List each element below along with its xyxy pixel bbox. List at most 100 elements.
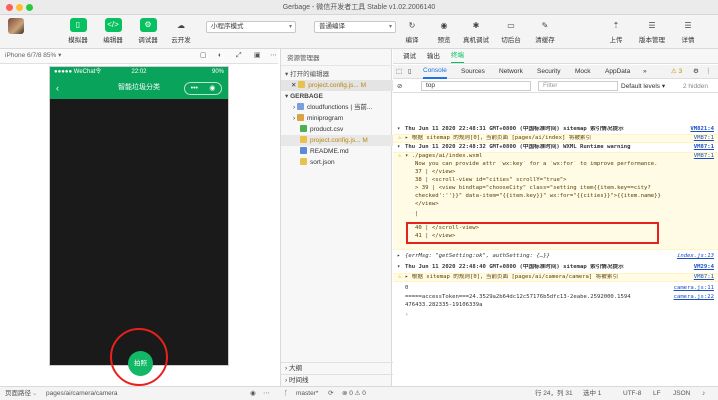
cursor-position[interactable]: 行 24，列 31 xyxy=(535,387,573,400)
debug-icon: ⚙ xyxy=(139,18,157,32)
bell-icon[interactable]: ♪ xyxy=(702,387,705,400)
devtools-tabs: ⬚ ▯ Console Sources Network Security Moc… xyxy=(393,65,718,79)
clear-cache-button[interactable]: ✎ 清缓存 xyxy=(529,18,561,44)
nav-bar: ‹ 智能垃圾分类 ••• ◉ xyxy=(50,77,228,99)
details-icon: ☰ xyxy=(684,21,692,30)
levels-select[interactable]: Default levels ▾ xyxy=(621,80,665,93)
file-item[interactable]: › miniprogram xyxy=(281,113,393,124)
details-button[interactable]: ☰ 详情 xyxy=(672,18,704,44)
file-item[interactable]: sort.json xyxy=(281,157,393,168)
settings-icon[interactable]: ⚙ xyxy=(693,65,699,79)
sync-icon[interactable]: ⟳ xyxy=(328,387,333,400)
tab-debug[interactable]: 调试 xyxy=(403,49,416,64)
file-item[interactable]: README.md xyxy=(281,146,393,157)
phone-screen: ●●●●● WeChat令 22:02 90% ‹ 智能垃圾分类 ••• ◉ 拍… xyxy=(49,66,229,376)
upload-button[interactable]: ⇡ 上传 xyxy=(600,18,632,44)
file-item[interactable]: › cloudfunctions | 当前... xyxy=(281,102,393,113)
page-path[interactable]: pages/ai/camera/camera xyxy=(46,387,118,400)
tab-appdata[interactable]: AppData xyxy=(605,65,630,79)
simulator-toggle-button[interactable]: ▯ 模拟器 xyxy=(62,18,94,44)
console-filter-input[interactable]: Filter xyxy=(538,81,618,91)
language-mode[interactable]: JSON xyxy=(673,387,690,400)
close-window-button[interactable] xyxy=(6,4,13,11)
highlight-box xyxy=(406,222,659,244)
warning-count[interactable]: ⚠ 3 xyxy=(671,65,682,79)
version-button[interactable]: ☰ 版本管理 xyxy=(636,18,668,44)
eol[interactable]: LF xyxy=(653,387,661,400)
log-entry: | xyxy=(415,211,419,217)
back-icon[interactable]: ‹ xyxy=(56,77,59,99)
more-tabs-button[interactable]: » xyxy=(643,65,647,79)
tab-terminal[interactable]: 终端 xyxy=(451,49,464,63)
more-dots-icon[interactable]: ••• xyxy=(191,83,198,94)
log-entry: ⚠ ▸ 根据 sitemap 的规则[0]，当前页面 [pages/ai/inde… xyxy=(393,134,718,143)
eye-icon[interactable]: ◉ xyxy=(250,387,256,400)
open-editors-section[interactable]: ▾ 打开的编辑器 xyxy=(281,69,393,80)
cloud-dev-button[interactable]: ☁ 云开发 xyxy=(165,18,197,44)
log-entry: </view> xyxy=(415,201,439,207)
file-item[interactable]: product.csv xyxy=(281,124,393,135)
preview-button[interactable]: ◉ 预览 xyxy=(428,18,460,44)
info-file-icon xyxy=(300,147,307,154)
sound-icon[interactable]: ◐ xyxy=(218,49,222,63)
log-entry: ⚠ ▸ 根据 sitemap 的规则[0]，当前页面 [pages/ai/came… xyxy=(393,273,718,282)
outline-section[interactable]: › 大纲 xyxy=(281,362,393,373)
remote-debug-button[interactable]: ✱ 真机调试 xyxy=(460,18,492,44)
status-bar-bottom: 页面路径 ⌄ pages/ai/camera/camera ◉ ⋯ ᚴ mast… xyxy=(0,386,718,400)
context-select[interactable]: top xyxy=(421,81,531,91)
tab-output[interactable]: 输出 xyxy=(427,49,440,64)
compile-button[interactable]: ↻ 编译 xyxy=(396,18,428,44)
mode-select[interactable]: 小程序模式 xyxy=(206,21,296,33)
tab-console[interactable]: Console xyxy=(423,65,447,79)
tab-sources[interactable]: Sources xyxy=(461,65,485,79)
file-explorer: 资源管理器 ▾ 打开的编辑器 ✕ project.config.js... M … xyxy=(280,49,393,386)
phone-icon: ▯ xyxy=(69,18,87,32)
json-file-icon xyxy=(300,158,307,165)
device-select[interactable]: iPhone 6/7/8 85% ▾ xyxy=(5,52,61,59)
tab-network[interactable]: Network xyxy=(499,65,523,79)
device-icon[interactable]: ▯ xyxy=(408,65,412,79)
menu-icon[interactable]: ⋮ xyxy=(705,65,712,79)
close-capsule-icon[interactable]: ◉ xyxy=(209,83,215,94)
bug-icon: ✱ xyxy=(472,21,480,30)
timeline-section[interactable]: › 时间线 xyxy=(281,374,393,385)
project-section[interactable]: ▾ GERBAGE xyxy=(281,91,393,102)
window-title: Gerbage - 微信开发者工具 Stable v1.02.2006140 xyxy=(282,4,436,11)
log-entry: > 39 | <view bindtap="chooseCity" class=… xyxy=(415,185,651,191)
user-avatar[interactable] xyxy=(8,18,24,34)
git-branch[interactable]: master* xyxy=(296,387,318,400)
rotate-icon[interactable]: ⤢ xyxy=(236,49,242,63)
inspect-icon[interactable]: ⬚ xyxy=(396,65,402,79)
close-icon[interactable]: ✕ xyxy=(291,82,298,89)
minimize-window-button[interactable] xyxy=(16,4,23,11)
devtools-top-tabs: 调试 输出 终端 xyxy=(393,49,718,64)
tab-security[interactable]: Security xyxy=(537,65,560,79)
folder-icon xyxy=(296,114,304,121)
debugger-toggle-button[interactable]: ⚙ 调试器 xyxy=(132,18,164,44)
open-editor-item[interactable]: ✕ project.config.js... M xyxy=(281,80,393,91)
tab-mock[interactable]: Mock xyxy=(575,65,591,79)
bookmark-icon[interactable]: ▢ xyxy=(200,49,207,63)
clear-console-icon[interactable]: ⊘ xyxy=(397,80,402,93)
editor-toggle-button[interactable]: </> 编辑器 xyxy=(97,18,129,44)
page-path-label: 页面路径 xyxy=(5,390,31,397)
cloud-icon: ☁ xyxy=(177,21,185,30)
selection-count: 选中 1 xyxy=(583,390,602,397)
file-item[interactable]: project.config.js... M xyxy=(281,135,393,146)
error-icon[interactable]: ⊗ 0 ⚠ 0 xyxy=(342,387,366,400)
background-button[interactable]: ▭ 切后台 xyxy=(495,18,527,44)
log-entry: checked':''}}" data-item="{{item.key}}" … xyxy=(415,193,661,199)
log-entry: ▸ {errMsg: "getSetting:ok", authSetting: … xyxy=(397,253,714,259)
screen-icon[interactable]: ▣ xyxy=(254,49,261,63)
upload-icon: ⇡ xyxy=(612,21,620,30)
explorer-header: 资源管理器 xyxy=(281,51,393,66)
compile-select[interactable]: 普通编译 xyxy=(314,21,396,33)
encoding[interactable]: UTF-8 xyxy=(623,387,641,400)
zoom-window-button[interactable] xyxy=(26,4,33,11)
devtools-panel: 调试 输出 终端 ⬚ ▯ Console Sources Network Sec… xyxy=(393,49,718,386)
json-file-icon xyxy=(300,136,307,143)
more-icon[interactable]: ⋯ xyxy=(270,49,277,63)
more-icon[interactable]: ⋯ xyxy=(263,387,270,400)
console-prompt[interactable]: › xyxy=(393,312,718,320)
log-entry: 476433.282335-19106339a xyxy=(405,302,483,308)
